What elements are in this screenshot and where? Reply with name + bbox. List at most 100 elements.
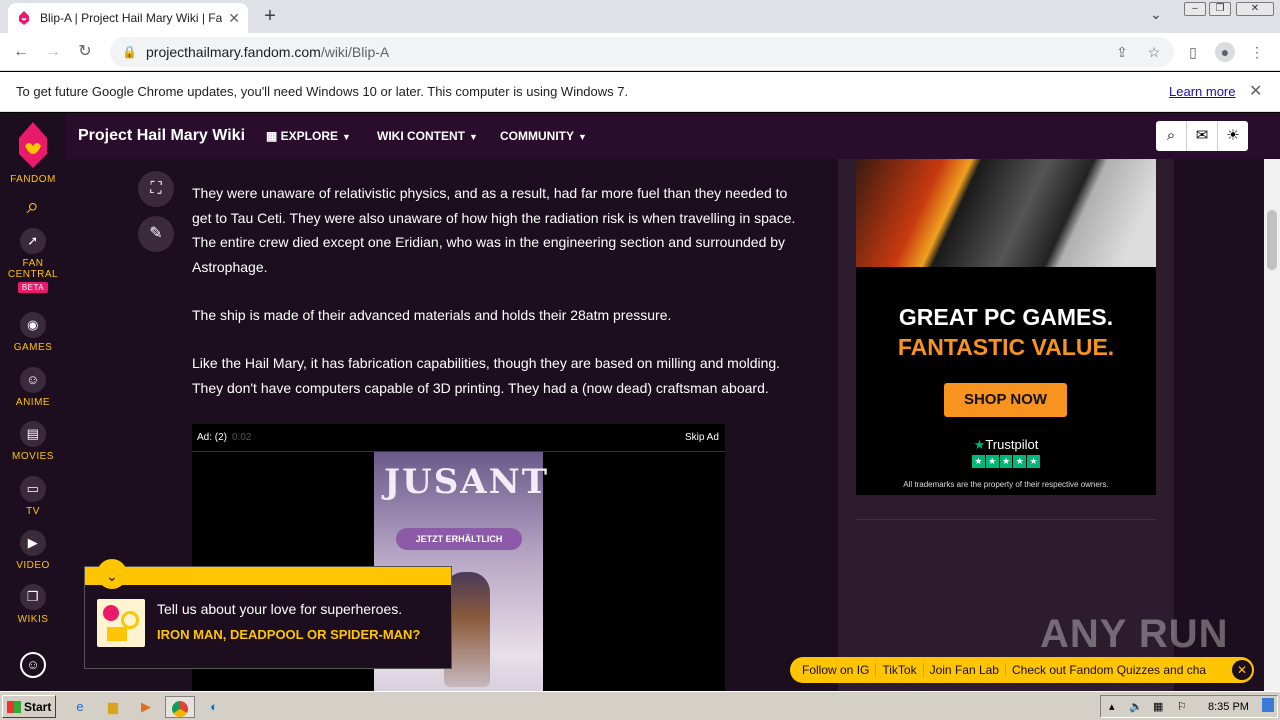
media-player-icon[interactable]: ▶ <box>134 696 158 718</box>
video-ad-header <box>192 424 725 452</box>
ad-disclaimer: All trademarks are the property of their… <box>903 480 1109 489</box>
movies-label: MOVIES <box>12 451 54 462</box>
follow-ig-link[interactable]: Follow on IG <box>796 663 877 677</box>
beta-badge: BETA <box>17 282 49 293</box>
share-icon[interactable]: ⇪ <box>1112 42 1132 62</box>
close-icon[interactable]: ✕ <box>1232 660 1252 680</box>
reload-icon[interactable]: ↻ <box>74 41 96 63</box>
chevron-down-icon[interactable]: ⌄ <box>97 559 127 589</box>
superhero-poll-popup[interactable]: ⌄ Tell us about your love for superheroe… <box>84 559 452 669</box>
user-account-icon[interactable]: ☺ <box>20 652 46 678</box>
show-desktop-icon[interactable] <box>1262 698 1274 712</box>
gamepad-icon: ◉ <box>20 312 46 338</box>
side-panel-icon[interactable]: ▯ <box>1183 42 1203 62</box>
nav-community[interactable]: COMMUNITY ▼ <box>500 129 587 143</box>
nav-explore[interactable]: ▦ EXPLORE ▼ <box>266 129 351 143</box>
fandom-logo[interactable]: FANDOM <box>0 120 66 185</box>
internet-explorer-icon[interactable]: e <box>68 696 92 718</box>
rail-item-anime[interactable]: ☺ ANIME <box>0 367 66 408</box>
nav-wiki-content[interactable]: WIKI CONTENT ▼ <box>377 129 478 143</box>
address-bar[interactable]: 🔒 projecthailmary.fandom.com/wiki/Blip-A <box>110 37 1174 67</box>
rail-item-tv[interactable]: ▭ TV <box>0 476 66 517</box>
anyrun-watermark: ANY RUN <box>1040 612 1229 656</box>
fan-central-label-1: FAN <box>22 258 44 269</box>
fullscreen-icon[interactable]: ⛶ <box>138 171 174 207</box>
page-scrollbar[interactable] <box>1264 113 1280 691</box>
star-icon: ★ <box>1027 455 1040 468</box>
tv-label: TV <box>26 506 40 517</box>
tab-title: Blip-A | Project Hail Mary Wiki | Fandom <box>40 11 223 25</box>
trustpilot-logo: ★Trustpilot <box>856 437 1156 453</box>
search-rail-item[interactable]: ⌕ <box>0 193 66 219</box>
games-label: GAMES <box>13 342 53 353</box>
sidebar-ad[interactable]: GREAT PC GAMES. FANTASTIC VALUE. SHOP NO… <box>856 159 1156 495</box>
kebab-menu-icon[interactable]: ⋮ <box>1247 42 1267 62</box>
tv-icon: ▭ <box>20 476 46 502</box>
rail-item-fan-central[interactable]: ➚ FAN CENTRAL BETA <box>0 228 66 293</box>
lock-icon: 🔒 <box>122 45 137 59</box>
wiki-name[interactable]: Project Hail Mary Wiki <box>78 127 245 145</box>
tab-search-chevron-icon[interactable]: ⌄ <box>1150 6 1162 23</box>
fandom-favicon-icon <box>19 11 29 25</box>
trustpilot-label: Trustpilot <box>985 437 1039 452</box>
back-arrow-icon[interactable]: ← <box>10 41 32 63</box>
start-button[interactable]: Start <box>2 695 56 718</box>
forward-arrow-icon[interactable]: → <box>42 41 64 63</box>
taskbar-clock[interactable]: 8:35 PM <box>1208 701 1249 713</box>
new-tab-button[interactable]: + <box>258 4 282 28</box>
fan-lab-link[interactable]: Join Fan Lab <box>924 663 1006 677</box>
update-infobar: To get future Google Chrome updates, you… <box>0 72 1280 112</box>
chrome-taskbar-icon[interactable] <box>165 696 195 718</box>
discussions-icon[interactable]: ✉ <box>1187 121 1218 151</box>
poll-prompt: Tell us about your love for superheroes. <box>157 601 403 617</box>
edge-icon[interactable]: ◐ <box>202 696 226 718</box>
anime-face-icon: ☺ <box>20 367 46 393</box>
tab-close-icon[interactable]: ✕ <box>228 10 240 27</box>
fandom-label: FANDOM <box>10 174 56 185</box>
book-icon: ❐ <box>20 584 46 610</box>
theme-toggle-icon[interactable]: ☀ <box>1218 121 1248 151</box>
file-explorer-icon[interactable]: ▆ <box>101 696 125 718</box>
rocket-icon: ➚ <box>20 228 46 254</box>
scrollbar-thumb[interactable] <box>1267 210 1277 270</box>
ad-timer: 0:02 <box>232 432 252 443</box>
star-icon: ★ <box>985 455 999 468</box>
rail-item-games[interactable]: ◉ GAMES <box>0 312 66 353</box>
minimize-button[interactable]: – <box>1184 2 1206 16</box>
edit-pencil-icon[interactable]: ✎ <box>138 216 174 252</box>
profile-avatar-icon[interactable]: ● <box>1215 42 1235 62</box>
system-tray: ▴ 🔈 ▦ ⚐ <box>1100 695 1278 718</box>
infobar-message: To get future Google Chrome updates, you… <box>16 84 629 99</box>
tiktok-link[interactable]: TikTok <box>876 663 924 677</box>
restore-button[interactable]: ❐ <box>1209 2 1231 16</box>
wiki-top-nav: Project Hail Mary Wiki ▦ EXPLORE ▼ WIKI C… <box>66 113 1280 159</box>
search-icon[interactable]: ⌕ <box>1156 121 1187 151</box>
learn-more-link[interactable]: Learn more <box>1169 84 1235 99</box>
rail-item-video[interactable]: ▶ VIDEO <box>0 530 66 571</box>
skip-ad-button[interactable]: Skip Ad <box>685 432 719 443</box>
windows-taskbar: Start e ▆ ▶ ◐ ▴ 🔈 ▦ ⚐ 8:35 PM <box>0 691 1280 720</box>
browser-tab[interactable]: Blip-A | Project Hail Mary Wiki | Fandom… <box>8 3 248 33</box>
url-host: projecthailmary.fandom.com <box>146 44 321 60</box>
ad-counter: Ad: (2) <box>197 432 228 443</box>
ad-subheadline: FANTASTIC VALUE. <box>897 334 1115 360</box>
community-label: COMMUNITY <box>500 129 574 143</box>
trustpilot-rating-stars: ★ ★ ★ ★ ★ <box>972 455 1040 468</box>
poll-question-link[interactable]: IRON MAN, DEADPOOL OR SPIDER-MAN? <box>157 627 427 643</box>
play-icon: ▶ <box>20 530 46 556</box>
shop-now-button[interactable]: SHOP NOW <box>944 383 1067 417</box>
infobar-close-icon[interactable]: ✕ <box>1249 81 1262 101</box>
rail-item-movies[interactable]: ▤ MOVIES <box>0 421 66 462</box>
video-label: VIDEO <box>16 560 50 571</box>
close-window-button[interactable]: ✕ <box>1236 2 1274 16</box>
rail-item-wikis[interactable]: ❐ WIKIS <box>0 584 66 625</box>
volume-icon[interactable]: 🔈 <box>1129 700 1143 713</box>
tray-chevron-icon[interactable]: ▴ <box>1109 700 1115 713</box>
flag-icon[interactable]: ⚐ <box>1177 700 1187 713</box>
quizzes-link[interactable]: Check out Fandom Quizzes and cha <box>1006 663 1212 677</box>
network-icon[interactable]: ▦ <box>1153 700 1163 713</box>
poll-illustration <box>97 599 145 647</box>
article-paragraph: The ship is made of their advanced mater… <box>192 307 672 323</box>
chevron-down-icon: ▼ <box>342 132 351 142</box>
bookmark-star-icon[interactable]: ☆ <box>1144 42 1164 62</box>
